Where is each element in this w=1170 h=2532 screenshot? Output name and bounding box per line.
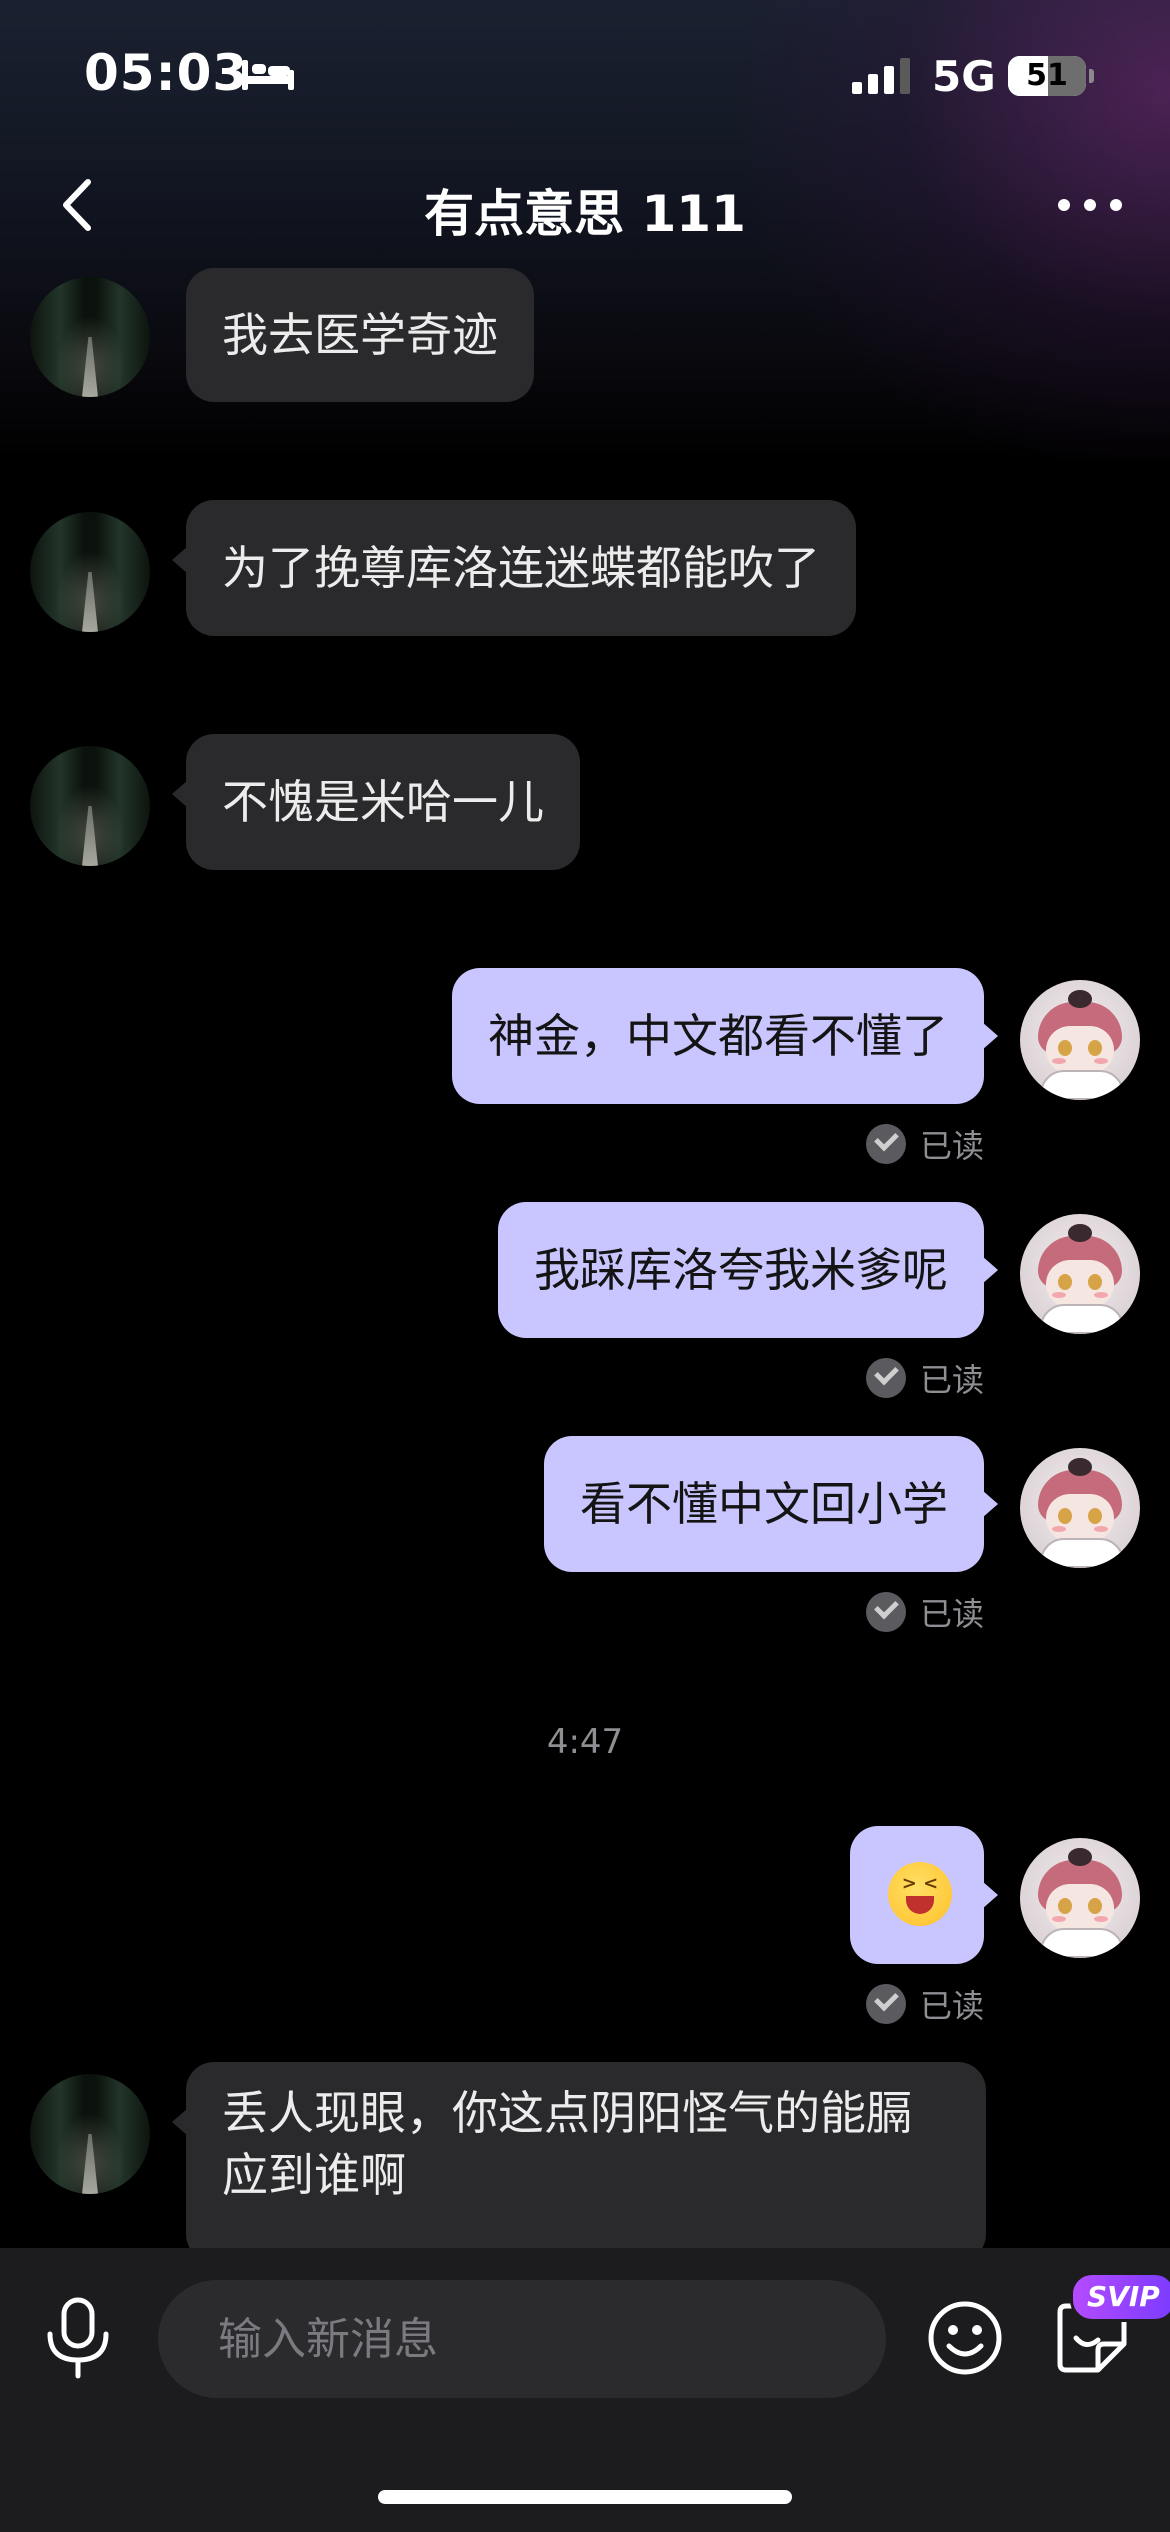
avatar-body — [1040, 1304, 1124, 1334]
message-timestamp: 4:47 — [546, 1722, 624, 1762]
avatar-eye — [1088, 1040, 1102, 1056]
check-circle-icon — [866, 1984, 906, 2024]
incoming-message-bubble[interactable]: 丢人现眼，你这点阴阳怪气的能膈应到谁啊 — [172, 2062, 986, 2262]
avatar-blush — [1052, 1292, 1066, 1298]
contact-avatar[interactable] — [30, 746, 150, 866]
read-status-label: 已读 — [920, 1127, 985, 1165]
avatar-hair-bun — [1068, 990, 1092, 1008]
status-time: 05:03 — [84, 44, 249, 102]
svip-badge: SVIP — [1070, 2272, 1170, 2322]
outgoing-message-bubble[interactable]: 我踩库洛夸我米爹呢 — [498, 1202, 998, 1338]
my-avatar[interactable] — [1020, 1448, 1140, 1568]
emoji-mouth — [906, 1896, 934, 1914]
message-input[interactable] — [158, 2280, 886, 2398]
battery-tip — [1089, 69, 1094, 83]
cellular-signal-icon — [852, 58, 910, 94]
network-type-label: 5G — [932, 52, 996, 101]
incoming-message-bubble[interactable]: 为了挽尊库洛连迷蝶都能吹了 — [172, 500, 856, 636]
avatar-face — [1046, 1026, 1114, 1074]
chat-header: 有点意思 111 — [0, 150, 1170, 260]
avatar-eye — [1088, 1274, 1102, 1290]
avatar-blush — [1052, 1058, 1066, 1064]
check-circle-icon — [866, 1358, 906, 1398]
sleep-focus-bed-icon — [242, 60, 294, 90]
avatar-blush — [1094, 1292, 1108, 1298]
smiley-icon[interactable] — [925, 2298, 1005, 2378]
avatar-eye — [1058, 1898, 1072, 1914]
avatar-body — [1040, 1538, 1124, 1568]
battery-icon: 51 — [1008, 56, 1086, 96]
contact-avatar[interactable] — [30, 277, 150, 397]
read-status-label: 已读 — [920, 1987, 985, 2025]
battery-percentage: 51 — [1026, 58, 1068, 93]
ellipsis-icon[interactable] — [1050, 170, 1130, 240]
read-receipt: 已读 — [866, 1590, 984, 1634]
laughing-face-emoji-icon: > < — [888, 1862, 952, 1926]
my-avatar[interactable] — [1020, 980, 1140, 1100]
avatar-blush — [1094, 1526, 1108, 1532]
avatar-hair-bun — [1068, 1458, 1092, 1476]
avatar-hair-bun — [1068, 1224, 1092, 1242]
outgoing-message-bubble[interactable]: 神金，中文都看不懂了 — [452, 968, 998, 1104]
status-bar: 05:03 5G 51 — [0, 0, 1170, 150]
avatar-face — [1046, 1884, 1114, 1932]
avatar-blush — [1052, 1916, 1066, 1922]
check-circle-icon — [866, 1592, 906, 1632]
my-avatar[interactable] — [1020, 1838, 1140, 1958]
incoming-message-bubble[interactable]: 我去医学奇迹 — [186, 268, 534, 402]
avatar-body — [1040, 1070, 1124, 1100]
read-status-label: 已读 — [920, 1595, 985, 1633]
avatar-eye — [1058, 1274, 1072, 1290]
chat-title: 有点意思 111 — [424, 185, 746, 243]
avatar-hair-bun — [1068, 1848, 1092, 1866]
avatar-blush — [1052, 1526, 1066, 1532]
avatar-eye — [1058, 1040, 1072, 1056]
outgoing-emoji-bubble[interactable]: > < — [850, 1826, 998, 1964]
avatar-blush — [1094, 1916, 1108, 1922]
check-circle-icon — [866, 1124, 906, 1164]
avatar-face — [1046, 1260, 1114, 1308]
avatar-face — [1046, 1494, 1114, 1542]
incoming-message-bubble[interactable]: 不愧是米哈一儿 — [172, 734, 580, 870]
read-status-label: 已读 — [920, 1361, 985, 1399]
read-receipt: 已读 — [866, 1122, 984, 1166]
avatar-blush — [1094, 1058, 1108, 1064]
avatar-body — [1040, 1928, 1124, 1958]
microphone-icon[interactable] — [40, 2296, 116, 2380]
avatar-eye — [1058, 1508, 1072, 1524]
message-input-bar: SVIP — [0, 2248, 1170, 2532]
read-receipt: 已读 — [866, 1356, 984, 1400]
avatar-eye — [1088, 1508, 1102, 1524]
contact-avatar[interactable] — [30, 512, 150, 632]
emoji-eyes: > < — [901, 1873, 939, 1894]
contact-avatar[interactable] — [30, 2074, 150, 2194]
avatar-eye — [1088, 1898, 1102, 1914]
my-avatar[interactable] — [1020, 1214, 1140, 1334]
outgoing-message-bubble[interactable]: 看不懂中文回小学 — [544, 1436, 998, 1572]
read-receipt: 已读 — [866, 1982, 984, 2026]
home-indicator[interactable] — [378, 2490, 792, 2504]
